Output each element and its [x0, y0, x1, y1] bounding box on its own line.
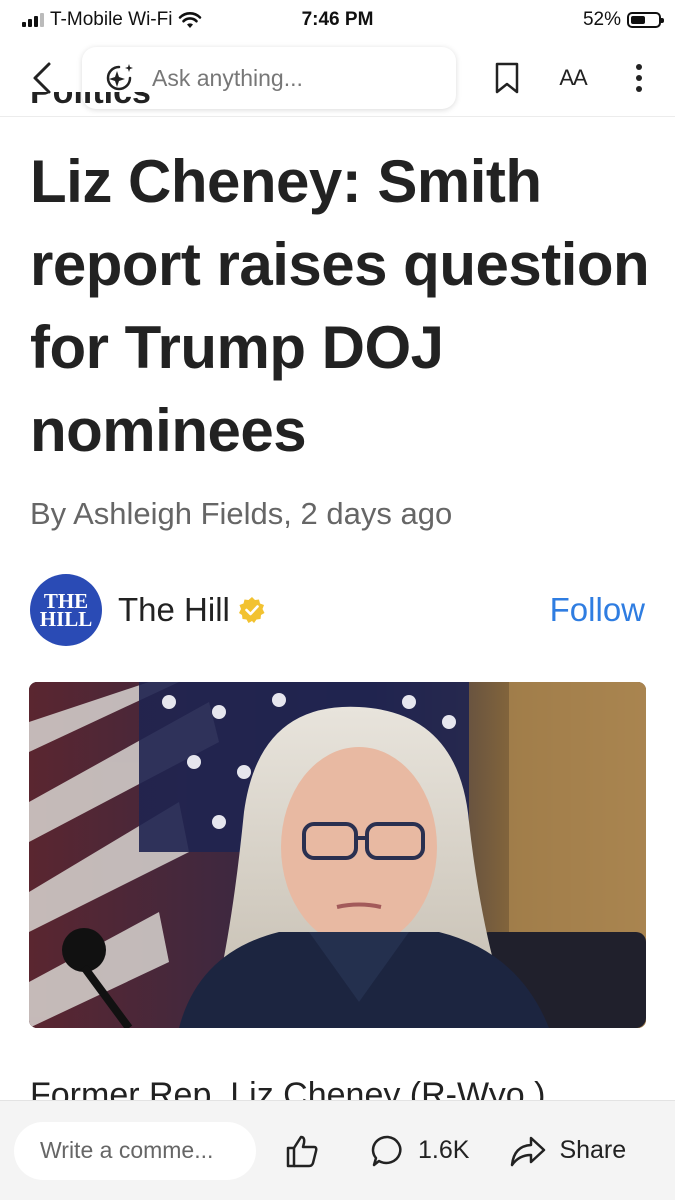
status-bar: T-Mobile Wi-Fi 7:46 PM 52% — [0, 0, 675, 40]
battery-fill — [631, 16, 645, 24]
status-left: T-Mobile Wi-Fi — [22, 9, 202, 31]
text-size-button[interactable]: AA — [548, 48, 598, 108]
publisher-logo-line2: HILL — [39, 607, 93, 631]
battery-icon — [627, 12, 664, 28]
article-page: T-Mobile Wi-Fi 7:46 PM 52% Ask anything.… — [0, 0, 675, 1200]
status-right: 52% — [582, 9, 664, 31]
publisher-row: THE HILL The Hill Follow — [30, 572, 645, 648]
comment-count: 1.6K — [418, 1136, 470, 1164]
text-size-icon: AA — [559, 65, 587, 90]
share-arrow-icon — [511, 1136, 546, 1166]
sparkle-icon — [106, 64, 133, 91]
article-hero-image[interactable] — [29, 682, 646, 1028]
bookmark-icon — [495, 62, 519, 94]
signal-icon — [22, 13, 44, 27]
byline: By Ashleigh Fields, 2 days ago — [30, 496, 453, 531]
comment-input[interactable] — [14, 1121, 256, 1180]
more-button[interactable] — [614, 48, 664, 108]
article-body-first-line: Former Rep. Liz Cheney (R-Wyo.) — [30, 1076, 546, 1100]
share-label: Share — [559, 1136, 627, 1164]
article-headline: Liz Cheney: Smith report raises question… — [30, 148, 650, 464]
bottom-action-bar: 1.6K Share — [0, 1100, 675, 1200]
publisher-name[interactable]: The Hill — [118, 591, 230, 629]
publisher-logo[interactable]: THE HILL — [30, 574, 102, 646]
back-chevron-icon — [33, 62, 51, 94]
comment-bubble-icon — [371, 1135, 402, 1166]
carrier-label: T-Mobile Wi-Fi — [50, 9, 173, 30]
more-vertical-icon — [636, 64, 642, 92]
battery-percent: 52% — [582, 9, 621, 30]
hero-photo — [29, 682, 646, 1028]
thumbs-up-icon — [286, 1135, 318, 1167]
wifi-icon — [179, 12, 202, 28]
like-button[interactable] — [284, 1133, 320, 1169]
category-label[interactable]: Politics — [30, 92, 151, 116]
verified-badge-icon — [238, 596, 266, 624]
comments-button[interactable]: 1.6K — [370, 1133, 469, 1169]
follow-button[interactable]: Follow — [550, 591, 645, 629]
share-button[interactable]: Share — [509, 1134, 626, 1168]
bookmark-button[interactable] — [482, 48, 532, 108]
search-input[interactable] — [150, 63, 414, 93]
